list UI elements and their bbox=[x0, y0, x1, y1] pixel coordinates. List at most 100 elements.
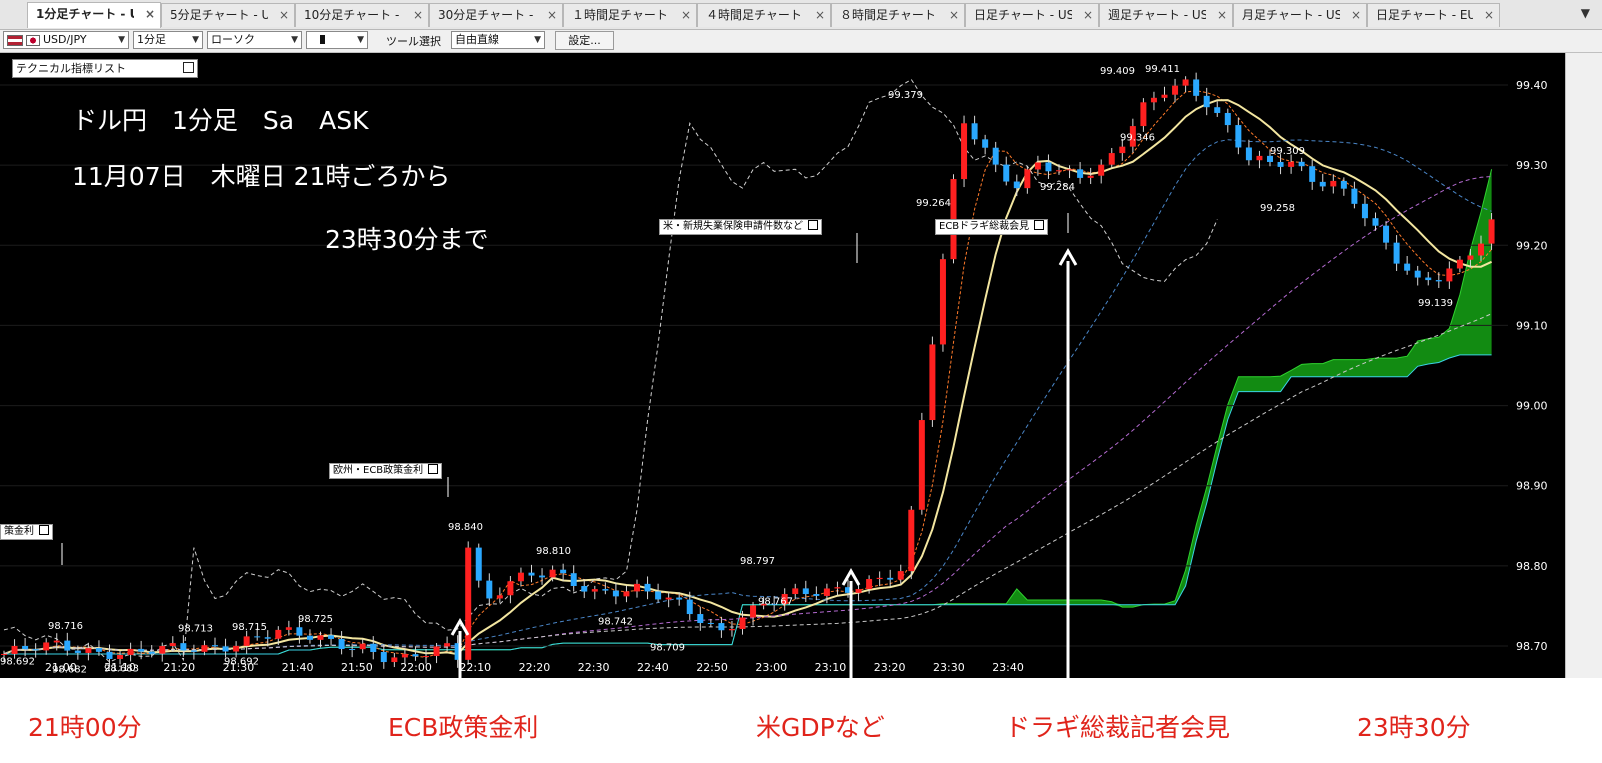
close-tab-icon[interactable]: × bbox=[145, 3, 155, 26]
candle-body bbox=[11, 645, 18, 654]
chart-style-select[interactable]: ローソク ▼ bbox=[207, 31, 302, 49]
candle-body bbox=[1351, 188, 1358, 204]
candle-body bbox=[338, 638, 345, 650]
candlestick-chart[interactable]: 99.40 99.30 99.20 99.10 99.00 98.90 98.80 98.70… bbox=[0, 53, 1565, 678]
candle-body bbox=[918, 420, 925, 510]
candle-body bbox=[686, 599, 693, 615]
candle-body bbox=[992, 147, 999, 165]
candle-body bbox=[317, 635, 324, 640]
candle-body bbox=[1361, 203, 1368, 219]
candle-body bbox=[1435, 280, 1442, 282]
event-marker[interactable]: 策金利 bbox=[0, 524, 53, 540]
candle-body bbox=[612, 590, 619, 597]
x-axis-tick: 22:10 bbox=[459, 661, 491, 674]
tab-chart-9[interactable]: 週足チャート - USD × bbox=[1099, 3, 1233, 27]
tab-label: ８時間足チャート - U bbox=[840, 8, 938, 22]
candle-body bbox=[1119, 146, 1126, 154]
tab-chart-10[interactable]: 月足チャート - USD × bbox=[1233, 3, 1367, 27]
event-marker[interactable]: 欧州・ECB政策金利 bbox=[329, 463, 443, 479]
y-axis-tick: 98.70 bbox=[1516, 640, 1548, 653]
candle-body bbox=[106, 651, 113, 659]
candle-icon bbox=[320, 35, 325, 44]
candle-body bbox=[212, 645, 218, 647]
close-tab-icon[interactable]: × bbox=[1083, 4, 1093, 27]
candle-body bbox=[1108, 153, 1115, 165]
x-axis-tick: 21:40 bbox=[282, 661, 314, 674]
tool-select[interactable]: 自由直線 ▼ bbox=[451, 31, 545, 49]
candle-body bbox=[750, 605, 757, 618]
candle-body bbox=[602, 589, 609, 591]
tab-label: 5分足チャート - US bbox=[170, 8, 268, 22]
tab-chart-2[interactable]: 5分足チャート - US × bbox=[161, 3, 295, 27]
settings-button[interactable]: 設定... bbox=[555, 31, 614, 50]
close-tab-icon[interactable]: × bbox=[949, 4, 959, 27]
x-axis-tick: 23:30 bbox=[933, 661, 965, 674]
close-tab-icon[interactable]: × bbox=[815, 4, 825, 27]
close-tab-icon[interactable]: × bbox=[1217, 4, 1227, 27]
timeframe-value: 1分足 bbox=[137, 33, 166, 46]
candle-color-select[interactable]: ▼ bbox=[306, 31, 368, 49]
tab-chart-7[interactable]: ８時間足チャート - U × bbox=[831, 3, 965, 27]
checkbox-icon bbox=[428, 464, 439, 474]
candle-body bbox=[1235, 125, 1242, 148]
bottom-label-ecb: ECB政策金利 bbox=[388, 713, 539, 742]
candle-body bbox=[1456, 259, 1463, 269]
close-tab-icon[interactable]: × bbox=[681, 4, 691, 27]
tab-chart-1[interactable]: 1分足チャート - U × bbox=[27, 2, 161, 28]
bottom-label-gdp: 米GDPなど bbox=[756, 713, 885, 742]
leading-span-a bbox=[4, 169, 1493, 655]
price-label: 99.264 bbox=[916, 198, 951, 209]
checkbox-icon bbox=[1034, 220, 1045, 230]
candle-body bbox=[1013, 181, 1020, 189]
candle-body bbox=[560, 569, 567, 574]
event-marker[interactable]: 米・新規失業保険申請件数など bbox=[659, 219, 822, 235]
price-label: 98.716 bbox=[48, 621, 83, 632]
tab-label: 日足チャート - EUR/ bbox=[1376, 8, 1473, 22]
tab-chart-5[interactable]: １時間足チャート - U × bbox=[563, 3, 697, 27]
candle-body bbox=[1383, 225, 1390, 243]
candle-body bbox=[1288, 161, 1295, 167]
price-label: 98.725 bbox=[298, 614, 333, 625]
tab-chart-6[interactable]: ４時間足チャート - U × bbox=[697, 3, 831, 27]
candle-body bbox=[1224, 112, 1231, 126]
candle-body bbox=[190, 650, 197, 652]
candle-body bbox=[676, 597, 683, 600]
tab-label: ４時間足チャート - U bbox=[706, 8, 804, 22]
candle-body bbox=[887, 577, 894, 580]
tab-chart-8[interactable]: 日足チャート - USD × bbox=[965, 3, 1099, 27]
candle-body bbox=[1034, 162, 1041, 170]
candle-body bbox=[1150, 97, 1157, 103]
close-tab-icon[interactable]: × bbox=[547, 4, 557, 27]
tab-label: 10分足チャート - US bbox=[304, 8, 402, 22]
tab-chart-3[interactable]: 10分足チャート - US × bbox=[295, 3, 429, 27]
tab-chart-11[interactable]: 日足チャート - EUR/ × bbox=[1367, 3, 1500, 27]
price-label: 98.797 bbox=[740, 556, 775, 567]
x-axis-tick: 23:20 bbox=[874, 661, 906, 674]
candle-body bbox=[423, 655, 429, 657]
indicator-list-button[interactable]: テクニカル指標リスト bbox=[12, 59, 198, 78]
price-label: 98.692 bbox=[224, 656, 259, 667]
candle-body bbox=[412, 654, 419, 657]
close-tab-icon[interactable]: × bbox=[279, 4, 289, 27]
candle-body bbox=[929, 344, 936, 421]
close-tab-icon[interactable]: × bbox=[1351, 4, 1361, 27]
close-tab-icon[interactable]: × bbox=[1484, 4, 1494, 27]
x-axis-tick: 22:40 bbox=[637, 661, 669, 674]
event-marker[interactable]: ECBドラギ総裁会見 bbox=[935, 219, 1049, 235]
tab-chart-4[interactable]: 30分足チャート - US × bbox=[429, 3, 563, 27]
candle-body bbox=[655, 591, 662, 600]
currency-pair-select[interactable]: USD/JPY ▼ bbox=[3, 31, 129, 49]
candle-body bbox=[254, 636, 261, 638]
tab-menu-icon[interactable]: ▼ bbox=[1581, 6, 1590, 20]
tab-label: 30分足チャート - US bbox=[438, 8, 536, 22]
candle-body bbox=[1488, 219, 1495, 244]
candle-body bbox=[53, 640, 60, 643]
right-scroll-panel[interactable] bbox=[1565, 53, 1602, 678]
x-axis-tick: 22:20 bbox=[519, 661, 551, 674]
price-label: 98.767 bbox=[758, 596, 793, 607]
candle-body bbox=[697, 614, 704, 623]
close-tab-icon[interactable]: × bbox=[413, 4, 423, 27]
price-label: 99.411 bbox=[1145, 64, 1180, 75]
timeframe-select[interactable]: 1分足 ▼ bbox=[133, 31, 203, 49]
candle-body bbox=[306, 635, 313, 640]
